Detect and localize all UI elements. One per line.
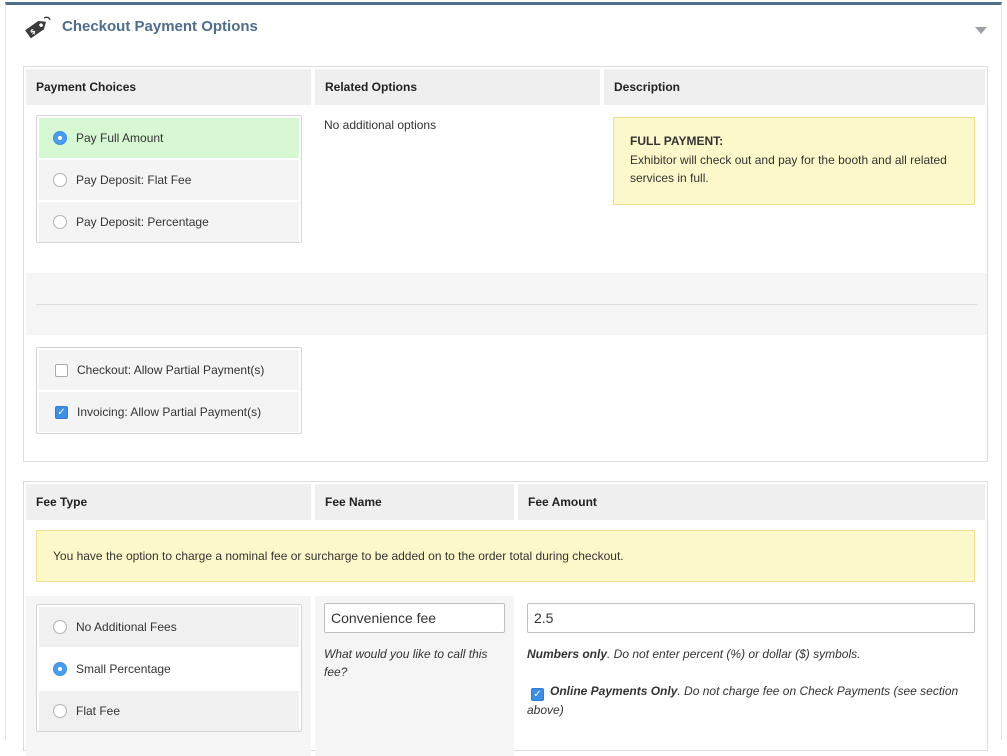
col-header-fee-amount: Fee Amount [518, 484, 985, 520]
fee-type-list: No Additional Fees Small Percentage Flat… [36, 604, 302, 732]
checkbox-checked-icon[interactable]: ✓ [531, 688, 544, 701]
checkbox-label: Invoicing: Allow Partial Payment(s) [77, 405, 262, 419]
online-only-bold: Online Payments Only [550, 684, 678, 698]
choice-label: Pay Full Amount [76, 131, 164, 145]
col-header-related-options: Related Options [315, 69, 600, 105]
fee-type-none[interactable]: No Additional Fees [39, 607, 299, 647]
choice-label: Pay Deposit: Percentage [76, 215, 209, 229]
divider-band [26, 273, 987, 335]
col-header-fee-name: Fee Name [315, 484, 514, 520]
col-header-fee-type: Fee Type [26, 484, 311, 520]
payment-section: Payment Choices Related Options Descript… [23, 66, 988, 462]
collapse-caret-icon[interactable] [975, 27, 987, 34]
fee-amount-input[interactable]: 2.5 [527, 603, 975, 633]
fee-name-hint: What would you like to call this fee? [324, 647, 488, 679]
description-title: FULL PAYMENT: [630, 134, 724, 148]
choice-label: Small Percentage [76, 662, 171, 676]
related-options-text: No additional options [324, 118, 437, 132]
checkbox-icon[interactable] [55, 363, 68, 377]
payment-choice-deposit-percentage[interactable]: Pay Deposit: Percentage [39, 202, 299, 242]
panel-title: Checkout Payment Options [62, 18, 258, 35]
payment-choice-list: Pay Full Amount Pay Deposit: Flat Fee Pa… [36, 115, 302, 243]
fee-name-input[interactable]: Convenience fee [324, 603, 505, 633]
choice-label: No Additional Fees [76, 620, 177, 634]
price-tag-icon: $ [25, 16, 51, 39]
payment-choice-pay-full[interactable]: Pay Full Amount [39, 118, 299, 158]
radio-icon[interactable] [53, 620, 67, 634]
radio-icon[interactable] [53, 215, 67, 229]
online-only-option[interactable]: ✓ Online Payments Only. Do not charge fee… [527, 682, 977, 719]
payment-choice-deposit-flat[interactable]: Pay Deposit: Flat Fee [39, 160, 299, 200]
choice-label: Pay Deposit: Flat Fee [76, 173, 192, 187]
checkbox-allow-partial-invoicing[interactable]: ✓ Invoicing: Allow Partial Payment(s) [39, 392, 299, 432]
col-header-payment-choices: Payment Choices [26, 69, 311, 105]
checkbox-label: Checkout: Allow Partial Payment(s) [77, 363, 265, 377]
radio-selected-icon[interactable] [53, 131, 67, 145]
fee-amount-hint: Numbers only. Do not enter percent (%) o… [527, 645, 977, 663]
fee-notice: You have the option to charge a nominal … [36, 530, 975, 582]
checkbox-checked-icon[interactable]: ✓ [55, 405, 68, 419]
description-body: Exhibitor will check out and pay for the… [630, 153, 947, 185]
description-note: FULL PAYMENT: Exhibitor will check out a… [613, 117, 975, 205]
partial-payment-list: Checkout: Allow Partial Payment(s) ✓ Inv… [36, 347, 302, 434]
fee-type-flat[interactable]: Flat Fee [39, 691, 299, 731]
radio-icon[interactable] [53, 173, 67, 187]
divider-line [36, 304, 977, 305]
fee-section: Fee Type Fee Name Fee Amount You have th… [23, 481, 988, 756]
col-header-description: Description [604, 69, 985, 105]
radio-selected-icon[interactable] [53, 662, 67, 676]
choice-label: Flat Fee [76, 704, 121, 718]
fee-amount-hint-bold: Numbers only [527, 647, 608, 661]
radio-icon[interactable] [53, 704, 67, 718]
checkout-payment-options-panel: $ Checkout Payment Options Payment Choic… [5, 2, 1002, 756]
fee-amount-hint-rest: . Do not enter percent (%) or dollar ($)… [607, 647, 861, 661]
checkbox-allow-partial-checkout[interactable]: Checkout: Allow Partial Payment(s) [39, 350, 299, 390]
fee-type-small-percentage[interactable]: Small Percentage [39, 649, 299, 689]
